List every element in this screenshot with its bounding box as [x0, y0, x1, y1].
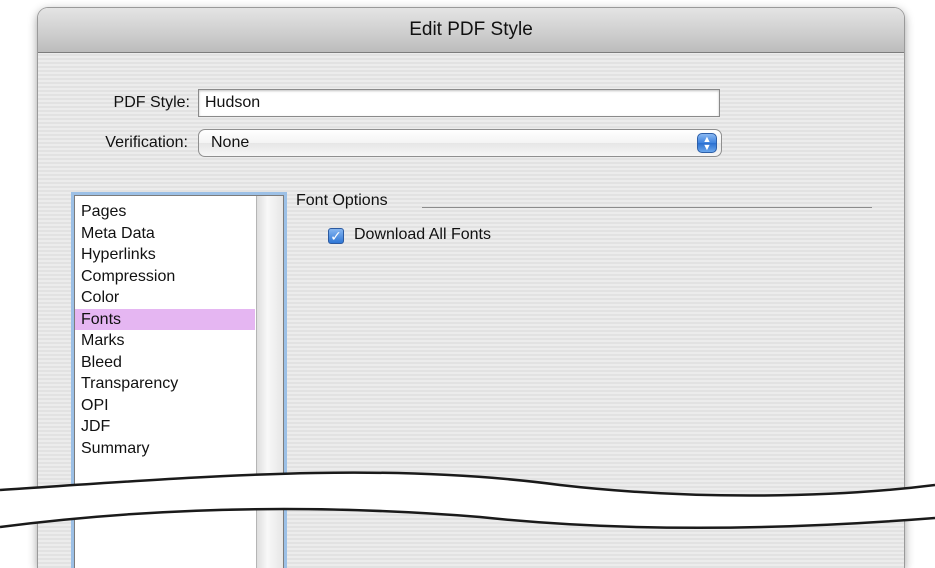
- list-item-hyperlinks[interactable]: Hyperlinks: [75, 244, 255, 266]
- list-item-meta-data[interactable]: Meta Data: [75, 223, 255, 245]
- verification-label: Verification:: [105, 134, 188, 151]
- list-item-marks[interactable]: Marks: [75, 330, 255, 352]
- popup-arrows-icon: ▲ ▼: [697, 133, 717, 153]
- pdf-style-field[interactable]: Hudson: [198, 89, 720, 117]
- verification-popup[interactable]: None ▲ ▼: [198, 129, 722, 157]
- list-item-fonts[interactable]: Fonts: [75, 308, 255, 330]
- list-item-color[interactable]: Color: [75, 287, 255, 309]
- dialog-title: Edit PDF Style: [38, 8, 904, 53]
- font-options-heading: Font Options: [296, 192, 388, 209]
- torn-edge-divider: [0, 471, 935, 530]
- pdf-style-value: Hudson: [205, 94, 261, 111]
- checkmark-icon: ✓: [330, 228, 342, 244]
- download-all-fonts-checkbox[interactable]: ✓: [328, 228, 344, 244]
- list-item-pages[interactable]: Pages: [75, 201, 255, 223]
- list-item-compression[interactable]: Compression: [75, 266, 255, 288]
- list-item-jdf[interactable]: JDF: [75, 416, 255, 438]
- list-item-transparency[interactable]: Transparency: [75, 373, 255, 395]
- pdf-style-label: PDF Style:: [113, 94, 190, 111]
- section-divider: [422, 207, 872, 208]
- list-item-bleed[interactable]: Bleed: [75, 352, 255, 374]
- list-item-opi[interactable]: OPI: [75, 395, 255, 417]
- download-all-fonts-label[interactable]: Download All Fonts: [354, 226, 491, 244]
- verification-value: None: [211, 134, 250, 151]
